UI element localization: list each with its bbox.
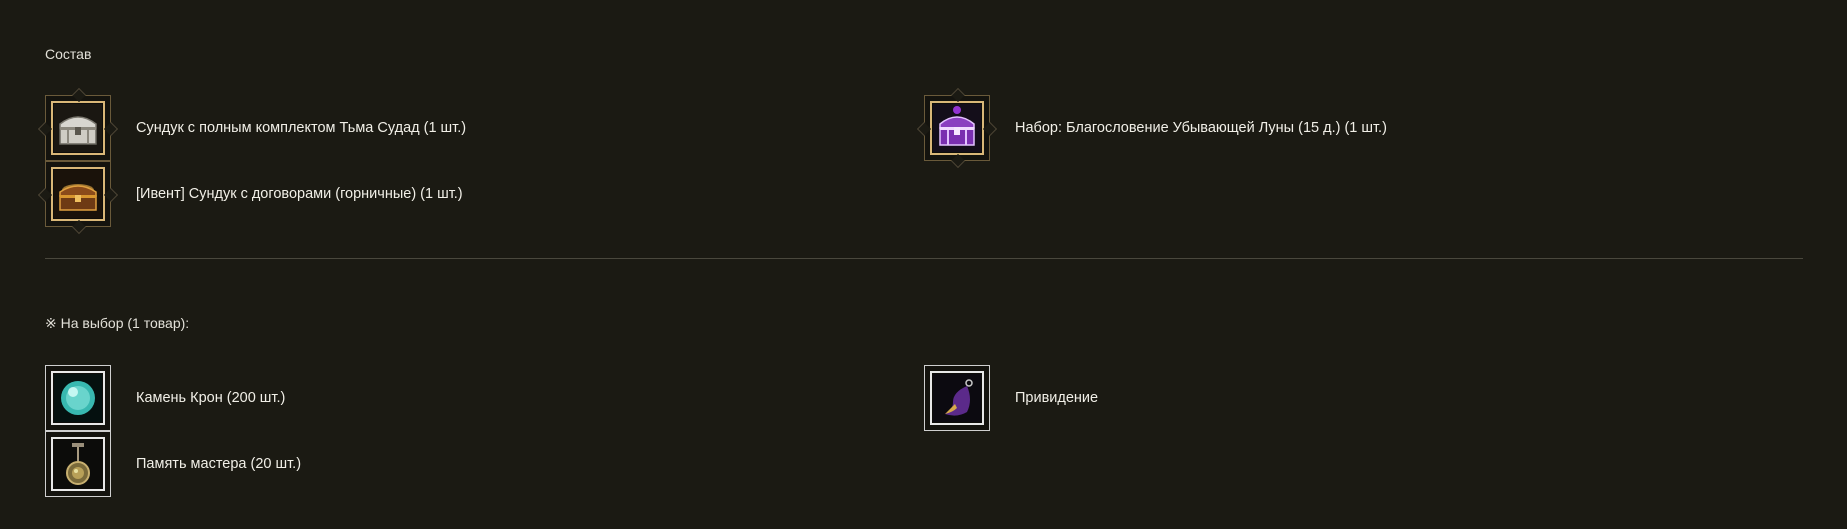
- slot-deco-bottom: [71, 219, 87, 235]
- golden-chest-icon: [54, 170, 102, 218]
- item-slot[interactable]: [37, 87, 119, 161]
- slot-deco-right: [103, 187, 119, 203]
- choice-item-2[interactable]: Привидение: [924, 365, 1098, 431]
- slot-deco-right: [103, 121, 119, 137]
- choice-title: ※ На выбор (1 товар):: [45, 315, 190, 331]
- item-label: Набор: Благословение Убывающей Луны (15 …: [1015, 120, 1387, 136]
- choice-item-1[interactable]: Камень Крон (200 шт.): [45, 365, 285, 431]
- composition-item-2[interactable]: Набор: Благословение Убывающей Луны (15 …: [916, 87, 1387, 169]
- composition-item-1[interactable]: Сундук с полным комплектом Тьма Судад (1…: [37, 87, 467, 161]
- slot-deco-top: [950, 87, 966, 103]
- item-slot[interactable]: [924, 365, 990, 431]
- item-label: Сундук с полным комплектом Тьма Судад (1…: [136, 120, 467, 136]
- choice-item-3[interactable]: Память мастера (20 шт.): [45, 431, 301, 497]
- white-chest-icon: [54, 104, 102, 152]
- item-label: Привидение: [1015, 390, 1099, 406]
- item-slot[interactable]: [45, 431, 111, 497]
- item-label: Камень Крон (200 шт.): [136, 390, 286, 406]
- slot-deco-left: [916, 121, 932, 137]
- item-slot[interactable]: [37, 161, 119, 235]
- item-label: [Ивент] Сундук с договорами (горничные) …: [136, 186, 463, 202]
- crystal-orb-icon: [54, 374, 102, 422]
- slot-deco-left: [37, 121, 53, 137]
- item-slot[interactable]: [45, 365, 111, 431]
- slot-deco-left: [37, 187, 53, 203]
- slot-deco-bottom: [950, 153, 966, 169]
- purple-chest-icon: [933, 104, 981, 152]
- composition-title: Состав: [45, 46, 92, 62]
- slot-deco-top: [71, 87, 87, 103]
- slot-deco-right: [982, 121, 998, 137]
- pendant-icon: [54, 440, 102, 488]
- section-divider: [45, 258, 1803, 259]
- composition-item-3[interactable]: [Ивент] Сундук с договорами (горничные) …: [37, 161, 463, 235]
- purple-hood-icon: [933, 374, 981, 422]
- item-slot[interactable]: [916, 87, 998, 169]
- item-label: Память мастера (20 шт.): [136, 456, 302, 472]
